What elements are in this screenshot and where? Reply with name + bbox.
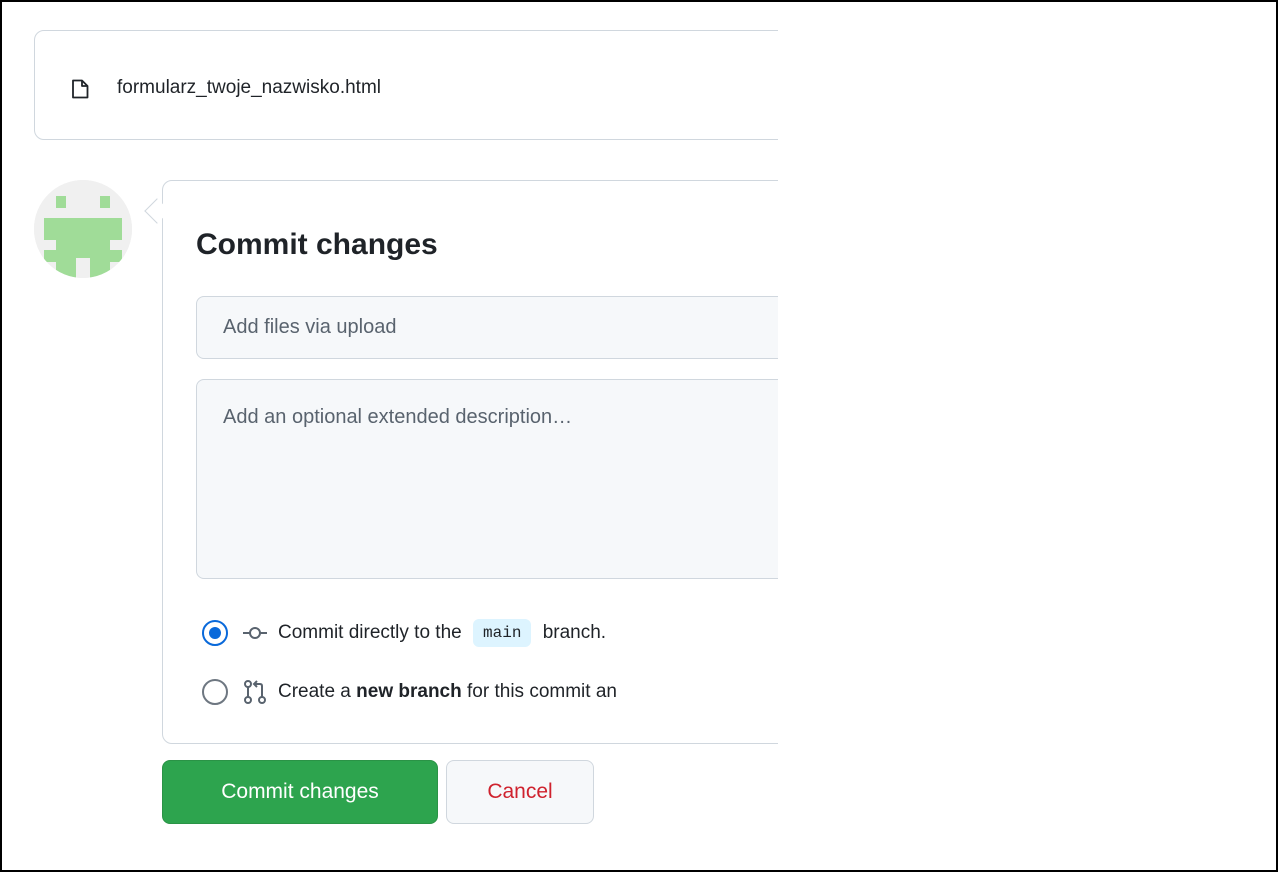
- commit-summary-input[interactable]: [196, 296, 778, 359]
- file-name[interactable]: formularz_twoje_nazwisko.html: [117, 77, 381, 99]
- new-branch-text: Create a: [278, 681, 351, 702]
- page-frame: formularz_twoje_nazwisko.html Commit cha…: [0, 0, 1278, 872]
- uploaded-file-list: formularz_twoje_nazwisko.html: [34, 30, 778, 140]
- option-new-branch[interactable]: Create a new branch for this commit an: [202, 677, 617, 707]
- new-branch-suffix: for this commit an: [467, 681, 617, 702]
- cancel-button[interactable]: Cancel: [446, 760, 594, 824]
- commit-description-input[interactable]: [196, 379, 778, 579]
- commit-direct-label: Commit directly to the main branch.: [278, 619, 606, 647]
- avatar[interactable]: [34, 180, 132, 278]
- git-commit-icon: [243, 627, 267, 639]
- file-icon: [72, 79, 89, 99]
- option-commit-direct[interactable]: Commit directly to the main branch.: [202, 618, 606, 648]
- commit-direct-text: Commit directly to the: [278, 622, 462, 644]
- content-viewport: formularz_twoje_nazwisko.html Commit cha…: [2, 2, 778, 870]
- new-branch-bold: new branch: [356, 681, 462, 702]
- git-pull-request-icon: [244, 680, 266, 704]
- commit-changes-button[interactable]: Commit changes: [162, 760, 438, 824]
- new-branch-radio[interactable]: [202, 679, 228, 705]
- identicon-avatar: [34, 180, 132, 278]
- branch-name-pill: main: [473, 619, 532, 647]
- new-branch-label: Create a new branch for this commit an: [278, 681, 617, 703]
- commit-title: Commit changes: [196, 228, 438, 261]
- commit-direct-suffix: branch.: [542, 622, 607, 644]
- commit-direct-radio[interactable]: [202, 620, 228, 646]
